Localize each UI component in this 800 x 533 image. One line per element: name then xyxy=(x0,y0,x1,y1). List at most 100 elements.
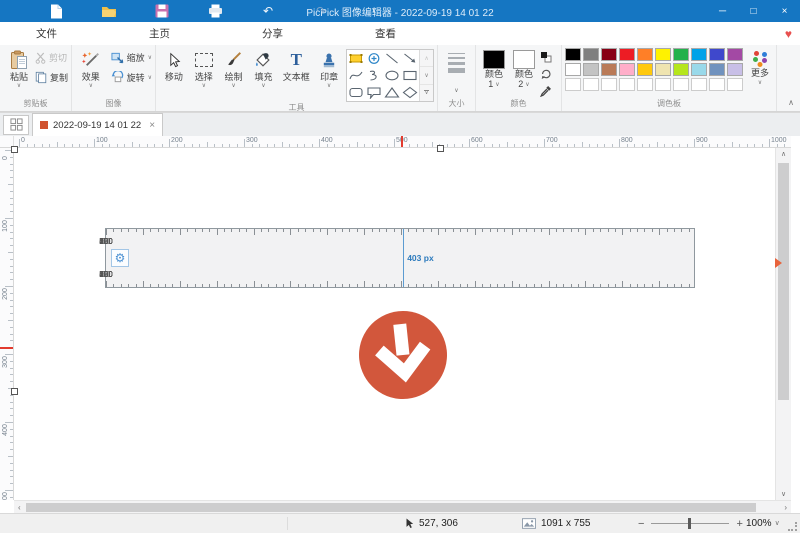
shape-magnifier[interactable] xyxy=(365,50,383,67)
palette-swatch[interactable] xyxy=(655,63,671,76)
ribbon-tab[interactable]: 主页 xyxy=(149,26,170,41)
palette-swatch[interactable] xyxy=(673,78,689,91)
textbox-button[interactable]: T 文本框 xyxy=(278,47,314,82)
gallery-more-button[interactable]: ∨ xyxy=(420,85,433,101)
palette-swatch[interactable] xyxy=(565,78,581,91)
scroll-left-icon[interactable]: ‹ xyxy=(18,501,21,513)
palette-swatch[interactable] xyxy=(691,78,707,91)
open-file-button[interactable] xyxy=(101,3,117,19)
palette-swatch[interactable] xyxy=(565,63,581,76)
print-button[interactable] xyxy=(207,3,223,19)
resize-grip[interactable] xyxy=(788,522,797,531)
zoom-slider[interactable] xyxy=(651,523,729,524)
canvas[interactable]: ⚙ 403 px 5050100100150150200200250250300… xyxy=(14,148,775,500)
palette-swatch[interactable] xyxy=(583,78,599,91)
palette-swatch[interactable] xyxy=(673,48,689,61)
ribbon-tab[interactable]: 查看 xyxy=(375,26,396,41)
collapse-ribbon-button[interactable]: ∧ xyxy=(788,98,794,107)
rotate-button[interactable]: 旋转 ∨ xyxy=(111,71,152,84)
reset-colors-button[interactable] xyxy=(540,68,552,80)
copy-button[interactable]: 复制 xyxy=(35,71,68,84)
color2-button[interactable]: 颜色 2∨ xyxy=(509,47,539,89)
document-tab[interactable]: 2022-09-19 14 01 22 × xyxy=(32,113,163,137)
shape-rounded-rectangle[interactable] xyxy=(347,84,365,101)
palette-swatch[interactable] xyxy=(583,63,599,76)
vertical-scrollbar[interactable]: ∧ ∨ xyxy=(775,148,791,500)
palette-swatch[interactable] xyxy=(727,78,743,91)
draw-button[interactable]: 绘制 ∨ xyxy=(219,47,249,89)
shape-ellipse[interactable] xyxy=(383,67,401,84)
horizontal-scrollbar-thumb[interactable] xyxy=(26,503,756,512)
paste-button[interactable]: 粘贴 ∨ xyxy=(3,47,35,89)
stamp-button[interactable]: 印章 ∨ xyxy=(314,47,344,89)
save-button[interactable] xyxy=(154,3,170,19)
shape-curve[interactable] xyxy=(347,67,365,84)
palette-swatch[interactable] xyxy=(565,48,581,61)
palette-swatch[interactable] xyxy=(709,48,725,61)
palette-swatch[interactable] xyxy=(691,48,707,61)
palette-swatch[interactable] xyxy=(727,48,743,61)
swap-colors-button[interactable] xyxy=(540,51,552,63)
palette-swatch[interactable] xyxy=(583,48,599,61)
palette-swatch[interactable] xyxy=(637,48,653,61)
shape-arrow[interactable] xyxy=(401,50,419,67)
undo-button[interactable]: ↶ xyxy=(260,3,276,19)
shape-balloon[interactable] xyxy=(365,84,383,101)
selection-handle[interactable] xyxy=(11,146,18,153)
palette-swatch[interactable] xyxy=(637,78,653,91)
palette-swatch[interactable] xyxy=(709,63,725,76)
palette-swatch[interactable] xyxy=(655,48,671,61)
scroll-up-icon[interactable]: ∧ xyxy=(776,150,791,158)
shape-highlight[interactable] xyxy=(347,50,365,67)
eyedropper-button[interactable] xyxy=(540,85,552,97)
minimize-button[interactable]: ─ xyxy=(707,0,738,22)
shape-line[interactable] xyxy=(383,50,401,67)
palette-swatch[interactable] xyxy=(601,48,617,61)
zoom-in-button[interactable]: + xyxy=(736,518,742,530)
arrange-windows-button[interactable] xyxy=(3,115,29,135)
palette-swatch[interactable] xyxy=(691,63,707,76)
tab-close-icon[interactable]: × xyxy=(149,120,155,131)
move-button[interactable]: 移动 xyxy=(159,47,189,82)
gallery-scroll-up-button[interactable]: ∧ xyxy=(420,50,433,67)
palette-swatch[interactable] xyxy=(655,78,671,91)
palette-swatch[interactable] xyxy=(709,78,725,91)
palette-swatch[interactable] xyxy=(619,48,635,61)
palette-more-button[interactable]: 更多 ∨ xyxy=(747,48,773,86)
zoom-level-chevron-icon[interactable]: ∨ xyxy=(775,521,780,527)
palette-swatch[interactable] xyxy=(619,78,635,91)
palette-swatch[interactable] xyxy=(601,78,617,91)
close-button[interactable]: × xyxy=(769,0,800,22)
scroll-down-icon[interactable]: ∨ xyxy=(776,490,791,498)
palette-swatch[interactable] xyxy=(727,63,743,76)
fill-button[interactable]: 填充 ∨ xyxy=(249,47,279,89)
zoom-slider-thumb[interactable] xyxy=(688,518,691,529)
palette-swatch[interactable] xyxy=(619,63,635,76)
palette-swatch[interactable] xyxy=(637,63,653,76)
maximize-button[interactable]: □ xyxy=(738,0,769,22)
selection-handle[interactable] xyxy=(437,145,444,152)
selection-handle[interactable] xyxy=(11,388,18,395)
effects-button[interactable]: 效果 ∨ xyxy=(75,47,107,89)
scroll-right-icon[interactable]: › xyxy=(784,501,787,513)
zoom-out-button[interactable]: − xyxy=(638,518,644,530)
shape-rectangle[interactable] xyxy=(401,67,419,84)
vertical-scrollbar-thumb[interactable] xyxy=(778,163,789,400)
palette-swatch[interactable] xyxy=(601,63,617,76)
palette-swatch[interactable] xyxy=(673,63,689,76)
line-size-button[interactable]: ∨ xyxy=(441,47,472,94)
color1-button[interactable]: 颜色 1∨ xyxy=(479,47,509,89)
shape-diamond[interactable] xyxy=(401,84,419,101)
shape-triangle[interactable] xyxy=(383,84,401,101)
select-button[interactable]: 选择 ∨ xyxy=(189,47,219,89)
gallery-scroll-down-button[interactable]: ∨ xyxy=(420,67,433,84)
horizontal-scrollbar[interactable]: ‹ › xyxy=(14,500,791,513)
ribbon-tab[interactable]: 分享 xyxy=(262,26,283,41)
qat-customize-button[interactable]: ∨ xyxy=(366,3,382,19)
favorite-heart-icon[interactable]: ♥ xyxy=(785,28,792,40)
new-file-button[interactable] xyxy=(48,3,64,19)
redo-button[interactable]: ↷ xyxy=(313,3,329,19)
resize-button[interactable]: 缩放 ∨ xyxy=(111,51,152,64)
shape-scribble[interactable] xyxy=(365,67,383,84)
cut-button[interactable]: 剪切 xyxy=(35,51,68,64)
